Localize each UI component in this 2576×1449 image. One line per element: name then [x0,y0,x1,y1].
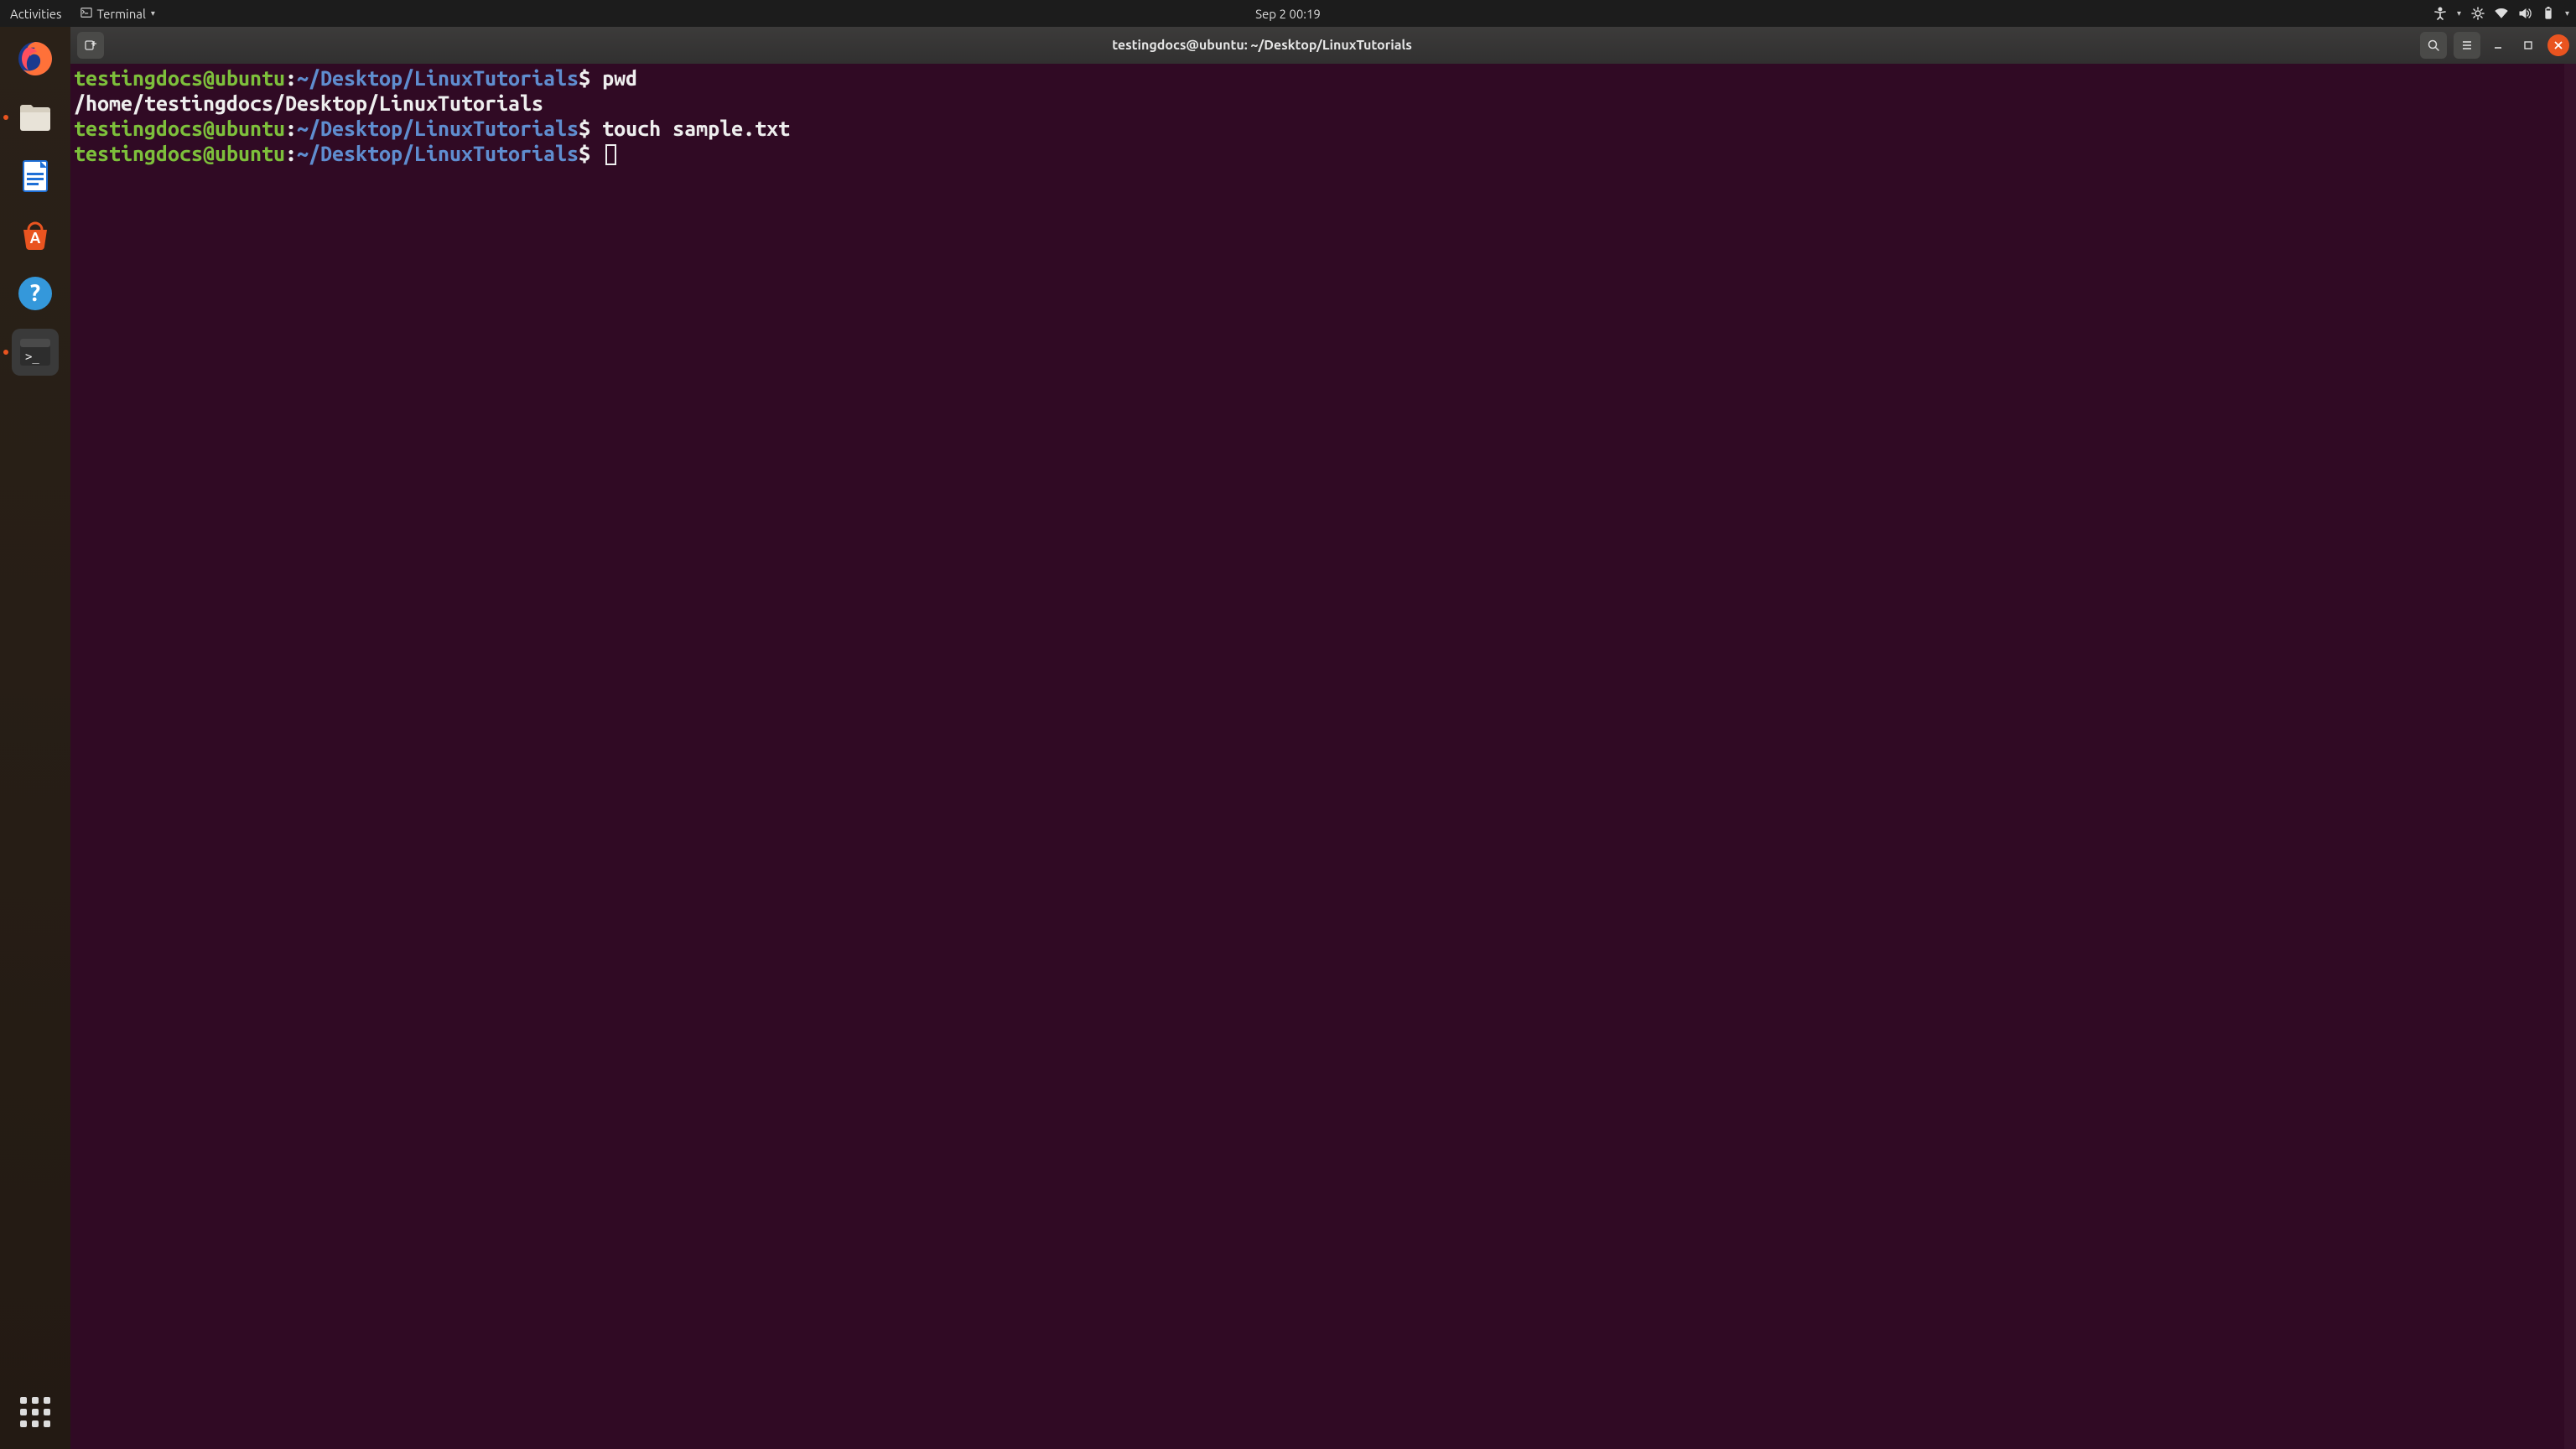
terminal-line: testingdocs@ubuntu:~/Desktop/LinuxTutori… [74,116,2573,141]
dock: A ? >_ [0,27,70,1449]
close-button[interactable] [2547,34,2569,56]
cursor [605,144,616,165]
terminal-line: testingdocs@ubuntu:~/Desktop/LinuxTutori… [74,65,2573,91]
brightness-icon[interactable] [2471,7,2485,20]
maximize-button[interactable] [2517,34,2539,56]
clock[interactable]: Sep 2 00:19 [1255,7,1321,21]
chevron-down-icon: ▾ [2457,8,2461,18]
chevron-down-icon: ▾ [2565,8,2569,18]
gnome-top-bar: Activities Terminal ▾ Sep 2 00:19 ▾ ▾ [0,0,2576,27]
terminal-window: testingdocs@ubuntu: ~/Desktop/LinuxTutor… [70,27,2576,1449]
show-applications-button[interactable] [12,1389,59,1436]
search-button[interactable] [2420,32,2447,59]
battery-icon[interactable] [2542,7,2555,20]
scrollbar[interactable] [2564,64,2576,1449]
hamburger-menu-button[interactable] [2454,32,2480,59]
terminal-icon [80,7,92,21]
dock-item-terminal[interactable]: >_ [12,329,59,376]
dock-item-software[interactable]: A [12,211,59,258]
terminal-viewport[interactable]: testingdocs@ubuntu:~/Desktop/LinuxTutori… [70,64,2576,1449]
svg-text:A: A [30,230,41,247]
dock-item-firefox[interactable] [12,35,59,82]
terminal-line: /home/testingdocs/Desktop/LinuxTutorials [74,91,2573,116]
svg-text:?: ? [30,280,40,306]
dock-item-writer[interactable] [12,153,59,200]
new-tab-button[interactable] [77,32,104,59]
chevron-down-icon: ▾ [151,8,155,18]
accessibility-icon[interactable] [2433,7,2447,20]
app-menu[interactable]: Terminal ▾ [80,7,155,21]
terminal-line: testingdocs@ubuntu:~/Desktop/LinuxTutori… [74,141,2573,166]
dock-item-help[interactable]: ? [12,270,59,317]
volume-icon[interactable] [2518,7,2532,20]
window-titlebar: testingdocs@ubuntu: ~/Desktop/LinuxTutor… [70,27,2576,64]
activities-button[interactable]: Activities [7,7,65,21]
svg-text:>_: >_ [25,351,39,364]
window-title: testingdocs@ubuntu: ~/Desktop/LinuxTutor… [111,38,2413,53]
dock-item-files[interactable] [12,94,59,141]
app-menu-label: Terminal [97,7,146,21]
minimize-button[interactable] [2487,34,2509,56]
wifi-icon[interactable] [2495,7,2508,20]
